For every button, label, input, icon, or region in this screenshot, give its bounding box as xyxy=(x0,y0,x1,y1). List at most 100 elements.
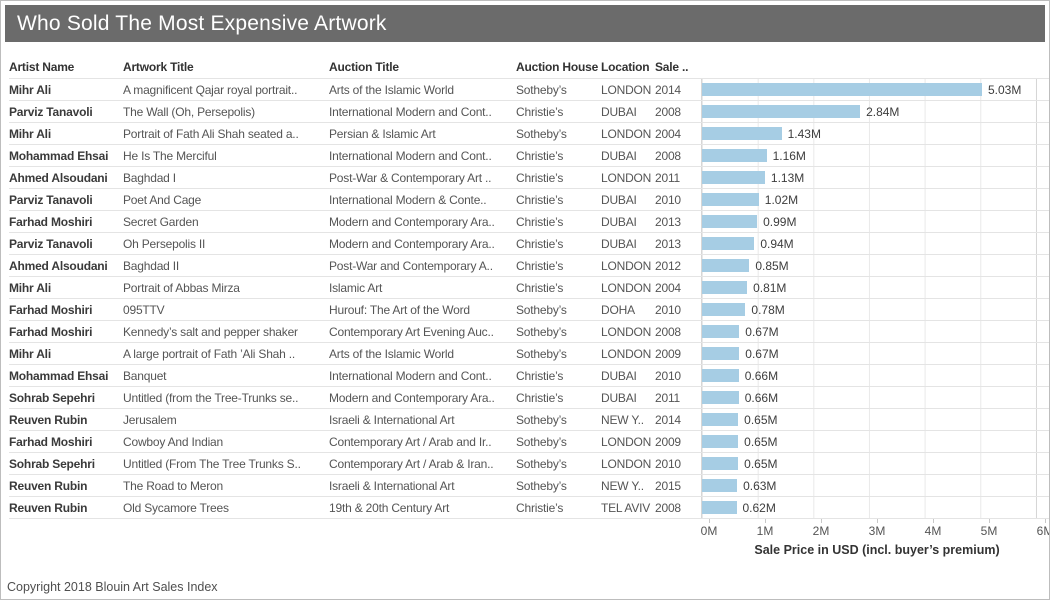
cell-artist-name: Sohrab Sepehri xyxy=(9,457,123,471)
bar-chart-cell: 1.13M xyxy=(701,167,1037,188)
table-row[interactable]: Farhad Moshiri Kennedy’s salt and pepper… xyxy=(9,321,1049,343)
sale-price-bar[interactable] xyxy=(702,369,739,382)
sale-price-bar[interactable] xyxy=(702,303,745,316)
sale-price-bar[interactable] xyxy=(702,391,739,404)
cell-auction-title: Contemporary Art / Arab & Iran.. xyxy=(329,457,516,471)
bar-chart-cell: 0.63M xyxy=(701,475,1037,496)
table-row[interactable]: Sohrab Sepehri Untitled (from the Tree-T… xyxy=(9,387,1049,409)
sale-price-bar[interactable] xyxy=(702,193,759,206)
cell-auction-title: Modern and Contemporary Ara.. xyxy=(329,391,516,405)
sale-price-bar[interactable] xyxy=(702,83,982,96)
table-row[interactable]: Mohammad Ehsai Banquet International Mod… xyxy=(9,365,1049,387)
table-row[interactable]: Ahmed Alsoudani Baghdad I Post-War & Con… xyxy=(9,167,1049,189)
column-header-artwork-title[interactable]: Artwork Title xyxy=(123,60,329,74)
bar-value-label: 1.02M xyxy=(765,193,798,207)
cell-artist-name: Ahmed Alsoudani xyxy=(9,259,123,273)
table-row[interactable]: Mihr Ali Portrait of Fath Ali Shah seate… xyxy=(9,123,1049,145)
sale-price-bar[interactable] xyxy=(702,347,739,360)
table-row[interactable]: Reuven Rubin Old Sycamore Trees 19th & 2… xyxy=(9,497,1049,519)
table-row[interactable]: Mihr Ali Portrait of Abbas Mirza Islamic… xyxy=(9,277,1049,299)
cell-sale-year: 2009 xyxy=(655,435,701,449)
tableau-viz: Who Sold The Most Expensive Artwork Arti… xyxy=(0,0,1050,600)
cell-auction-title: Contemporary Art Evening Auc.. xyxy=(329,325,516,339)
bar-chart-cell: 0.65M xyxy=(701,453,1037,474)
cell-auction-house: Sotheby’s xyxy=(516,435,601,449)
sale-price-bar[interactable] xyxy=(702,237,754,250)
viz-title: Who Sold The Most Expensive Artwork xyxy=(17,12,387,36)
sale-price-bar[interactable] xyxy=(702,457,738,470)
bar-value-label: 0.67M xyxy=(745,325,778,339)
cell-auction-title: International Modern and Cont.. xyxy=(329,105,516,119)
table-row[interactable]: Sohrab Sepehri Untitled (From The Tree T… xyxy=(9,453,1049,475)
axis-tick-label: 6M xyxy=(1037,524,1050,538)
table-row[interactable]: Mihr Ali A magnificent Qajar royal portr… xyxy=(9,79,1049,101)
table-row[interactable]: Mohammad Ehsai He Is The Merciful Intern… xyxy=(9,145,1049,167)
column-header-auction-house[interactable]: Auction House xyxy=(516,60,601,74)
table-row[interactable]: Parviz Tanavoli Oh Persepolis II Modern … xyxy=(9,233,1049,255)
sale-price-bar[interactable] xyxy=(702,171,765,184)
table-row[interactable]: Ahmed Alsoudani Baghdad II Post-War and … xyxy=(9,255,1049,277)
table-row[interactable]: Reuven Rubin Jerusalem Israeli & Interna… xyxy=(9,409,1049,431)
cell-location: LONDON xyxy=(601,127,655,141)
cell-auction-title: Post-War and Contemporary A.. xyxy=(329,259,516,273)
cell-sale-year: 2010 xyxy=(655,369,701,383)
bar-value-label: 0.63M xyxy=(743,479,776,493)
cell-location: NEW Y.. xyxy=(601,413,655,427)
table-row[interactable]: Farhad Moshiri 095TTV Hurouf: The Art of… xyxy=(9,299,1049,321)
sale-price-bar[interactable] xyxy=(702,435,738,448)
column-header-auction-title[interactable]: Auction Title xyxy=(329,60,516,74)
bar-chart-cell: 0.65M xyxy=(701,431,1037,452)
table-row[interactable]: Reuven Rubin The Road to Meron Israeli &… xyxy=(9,475,1049,497)
bar-value-label: 0.65M xyxy=(744,413,777,427)
cell-auction-house: Sotheby’s xyxy=(516,479,601,493)
sale-price-bar[interactable] xyxy=(702,127,782,140)
cell-auction-title: Hurouf: The Art of the Word xyxy=(329,303,516,317)
cell-sale-year: 2015 xyxy=(655,479,701,493)
cell-artwork-title: Cowboy And Indian xyxy=(123,435,329,449)
cell-auction-house: Christie’s xyxy=(516,501,601,515)
sale-price-bar[interactable] xyxy=(702,105,860,118)
column-header-sale-date[interactable]: Sale .. xyxy=(655,60,701,74)
axis-tick-mark xyxy=(1045,519,1046,523)
sale-price-bar[interactable] xyxy=(702,149,767,162)
cell-artwork-title: Untitled (from the Tree-Trunks se.. xyxy=(123,391,329,405)
table-row[interactable]: Mihr Ali A large portrait of Fath ’Ali S… xyxy=(9,343,1049,365)
x-axis: 0M1M2M3M4M5M6M xyxy=(709,519,1045,539)
bar-value-label: 1.43M xyxy=(788,127,821,141)
sale-price-bar[interactable] xyxy=(702,215,757,228)
bar-value-label: 0.67M xyxy=(745,347,778,361)
sale-price-bar[interactable] xyxy=(702,413,738,426)
sale-price-bar[interactable] xyxy=(702,325,739,338)
axis-tick-mark xyxy=(877,519,878,523)
copyright-caption: Copyright 2018 Blouin Art Sales Index xyxy=(7,580,218,594)
cell-auction-title: Israeli & International Art xyxy=(329,479,516,493)
cell-auction-title: Contemporary Art / Arab and Ir.. xyxy=(329,435,516,449)
bar-chart-cell: 0.62M xyxy=(701,497,1037,518)
sale-price-bar[interactable] xyxy=(702,479,737,492)
cell-sale-year: 2010 xyxy=(655,457,701,471)
bar-chart-cell: 1.02M xyxy=(701,189,1037,210)
column-header-location[interactable]: Location xyxy=(601,60,655,74)
axis-tick-label: 0M xyxy=(701,524,718,538)
cell-auction-house: Christie’s xyxy=(516,215,601,229)
sale-price-bar[interactable] xyxy=(702,501,737,514)
bar-chart-cell: 5.03M xyxy=(701,79,1037,100)
bar-chart-cell: 1.16M xyxy=(701,145,1037,166)
sale-price-bar[interactable] xyxy=(702,259,749,272)
sale-price-bar[interactable] xyxy=(702,281,747,294)
cell-sale-year: 2008 xyxy=(655,149,701,163)
table-row[interactable]: Parviz Tanavoli The Wall (Oh, Persepolis… xyxy=(9,101,1049,123)
table-row[interactable]: Farhad Moshiri Cowboy And Indian Contemp… xyxy=(9,431,1049,453)
cell-artwork-title: Kennedy’s salt and pepper shaker xyxy=(123,325,329,339)
cell-auction-house: Christie’s xyxy=(516,105,601,119)
table-row[interactable]: Parviz Tanavoli Poet And Cage Internatio… xyxy=(9,189,1049,211)
bar-chart-cell: 0.85M xyxy=(701,255,1037,276)
cell-auction-house: Christie’s xyxy=(516,171,601,185)
bar-value-label: 5.03M xyxy=(988,83,1021,97)
column-header-artist-name[interactable]: Artist Name xyxy=(9,60,123,74)
cell-auction-house: Sotheby’s xyxy=(516,347,601,361)
cell-artwork-title: 095TTV xyxy=(123,303,329,317)
bar-value-label: 2.84M xyxy=(866,105,899,119)
bar-chart-cell: 0.66M xyxy=(701,387,1037,408)
table-row[interactable]: Farhad Moshiri Secret Garden Modern and … xyxy=(9,211,1049,233)
